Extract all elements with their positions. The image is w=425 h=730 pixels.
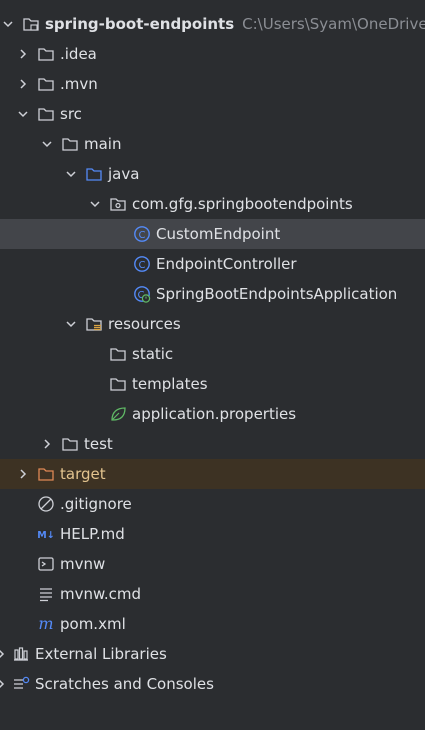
text-file-icon xyxy=(37,585,55,603)
tree-row-java[interactable]: java xyxy=(0,159,425,189)
folder-icon xyxy=(37,45,55,63)
chevron-right-icon[interactable] xyxy=(0,676,6,692)
resources-folder-icon xyxy=(85,315,103,333)
folder-icon xyxy=(109,375,127,393)
tree-label: EndpointController xyxy=(156,255,297,273)
tree-label: SpringBootEndpointsApplication xyxy=(156,285,398,303)
chevron-right-icon[interactable] xyxy=(15,76,31,92)
folder-icon xyxy=(61,435,79,453)
tree-row-mvn[interactable]: .mvn xyxy=(0,69,425,99)
tree-label: static xyxy=(132,345,174,363)
project-folder-icon xyxy=(22,15,40,33)
tree-label: application.properties xyxy=(132,405,297,423)
chevron-right-icon[interactable] xyxy=(15,466,31,482)
tree-row-project-root[interactable]: spring-boot-endpoints C:\Users\Syam\OneD… xyxy=(0,9,425,39)
folder-icon xyxy=(61,135,79,153)
java-class-icon: C xyxy=(133,255,151,273)
spring-properties-icon xyxy=(109,405,127,423)
tree-label: mvnw.cmd xyxy=(60,585,142,603)
tree-row-target[interactable]: target xyxy=(0,459,425,489)
library-icon xyxy=(12,645,30,663)
chevron-right-icon[interactable] xyxy=(0,646,6,662)
tree-row-custom-endpoint[interactable]: C CustomEndpoint xyxy=(0,219,425,249)
source-folder-icon xyxy=(85,165,103,183)
chevron-right-icon[interactable] xyxy=(39,436,55,452)
folder-icon xyxy=(37,105,55,123)
tree-row-help[interactable]: M↓ HELP.md xyxy=(0,519,425,549)
svg-text:C: C xyxy=(139,260,146,271)
tree-label: java xyxy=(108,165,140,183)
folder-icon xyxy=(109,345,127,363)
tree-row-templates[interactable]: templates xyxy=(0,369,425,399)
tree-row-resources[interactable]: resources xyxy=(0,309,425,339)
tree-label: Scratches and Consoles xyxy=(35,675,214,693)
tree-row-application-properties[interactable]: application.properties xyxy=(0,399,425,429)
excluded-folder-icon xyxy=(37,465,55,483)
tree-row-pom[interactable]: m pom.xml xyxy=(0,609,425,639)
folder-icon xyxy=(37,75,55,93)
tree-label: src xyxy=(60,105,82,123)
package-icon xyxy=(109,195,127,213)
spring-boot-class-icon: C xyxy=(133,285,151,303)
project-name: spring-boot-endpoints xyxy=(45,15,235,33)
chevron-down-icon[interactable] xyxy=(87,196,103,212)
tree-label: com.gfg.springbootendpoints xyxy=(132,195,353,213)
tree-label: templates xyxy=(132,375,208,393)
tree-label: mvnw xyxy=(60,555,106,573)
tree-label: .mvn xyxy=(60,75,98,93)
tree-row-application-class[interactable]: C SpringBootEndpointsApplication xyxy=(0,279,425,309)
tree-row-main[interactable]: main xyxy=(0,129,425,159)
tree-row-scratches[interactable]: Scratches and Consoles xyxy=(0,669,425,699)
ignore-file-icon xyxy=(37,495,55,513)
svg-text:m: m xyxy=(38,615,53,633)
svg-text:C: C xyxy=(139,230,146,241)
chevron-down-icon[interactable] xyxy=(63,166,79,182)
shell-script-icon xyxy=(37,555,55,573)
maven-icon: m xyxy=(37,615,55,633)
chevron-down-icon[interactable] xyxy=(63,316,79,332)
tree-row-mvnw[interactable]: mvnw xyxy=(0,549,425,579)
java-class-icon: C xyxy=(133,225,151,243)
tree-row-gitignore[interactable]: .gitignore xyxy=(0,489,425,519)
tree-row-endpoint-controller[interactable]: C EndpointController xyxy=(0,249,425,279)
tree-row-idea[interactable]: .idea xyxy=(0,39,425,69)
tree-label: pom.xml xyxy=(60,615,126,633)
chevron-down-icon[interactable] xyxy=(0,16,16,32)
chevron-right-icon[interactable] xyxy=(15,46,31,62)
scratches-icon xyxy=(12,675,30,693)
tree-row-src[interactable]: src xyxy=(0,99,425,129)
tree-row-static[interactable]: static xyxy=(0,339,425,369)
svg-text:M↓: M↓ xyxy=(37,530,54,541)
project-path: C:\Users\Syam\OneDrive xyxy=(242,15,425,33)
tree-label: .gitignore xyxy=(60,495,132,513)
tree-label: main xyxy=(84,135,122,153)
tree-label: HELP.md xyxy=(60,525,125,543)
tree-label: resources xyxy=(108,315,181,333)
tree-label: target xyxy=(60,465,106,483)
tree-label: test xyxy=(84,435,113,453)
tree-row-package[interactable]: com.gfg.springbootendpoints xyxy=(0,189,425,219)
tree-row-mvnw-cmd[interactable]: mvnw.cmd xyxy=(0,579,425,609)
tree-label: .idea xyxy=(60,45,97,63)
chevron-down-icon[interactable] xyxy=(39,136,55,152)
tree-row-test[interactable]: test xyxy=(0,429,425,459)
tree-label: CustomEndpoint xyxy=(156,225,281,243)
tree-row-external-libraries[interactable]: External Libraries xyxy=(0,639,425,669)
project-tree: spring-boot-endpoints C:\Users\Syam\OneD… xyxy=(0,0,425,730)
chevron-down-icon[interactable] xyxy=(15,106,31,122)
markdown-icon: M↓ xyxy=(37,525,55,543)
tree-label: External Libraries xyxy=(35,645,167,663)
